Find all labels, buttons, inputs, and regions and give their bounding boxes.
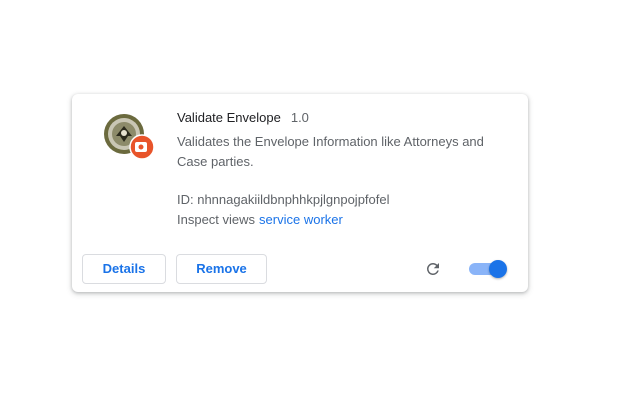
extension-description: Validates the Envelope Information like … (177, 134, 484, 169)
extension-id: ID: nhnnagakiildbnphhkpjlgnpojpfofel (177, 192, 390, 207)
card-divider (72, 242, 528, 243)
extension-version: 1.0 (290, 110, 309, 125)
inspect-views: Inspect views service worker (177, 212, 343, 227)
details-button[interactable]: Details (82, 254, 166, 284)
extension-name: Validate Envelope (177, 110, 281, 125)
extension-title: Validate Envelope 1.0 (177, 110, 309, 125)
reload-icon[interactable] (424, 260, 442, 278)
toggle-knob (489, 260, 507, 278)
record-badge-icon (129, 134, 155, 160)
enable-toggle[interactable] (469, 260, 507, 278)
inspect-views-label: Inspect views (177, 212, 256, 227)
remove-button[interactable]: Remove (176, 254, 267, 284)
extension-logo-icon (102, 114, 155, 160)
service-worker-link[interactable]: service worker (259, 212, 343, 227)
extension-card: Validate Envelope 1.0 Validates the Envel… (72, 94, 528, 292)
